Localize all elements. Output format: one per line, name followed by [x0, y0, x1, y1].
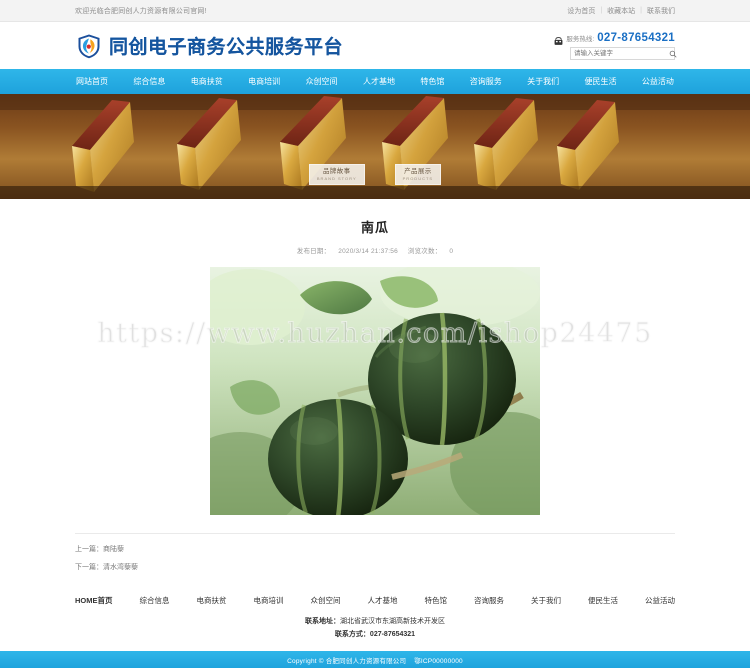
nav-item-talent-base[interactable]: 人才基地 — [362, 69, 396, 94]
footer-contact-block: 联系地址：湖北省武汉市东湖高新技术开发区 联系方式：027-87654321 — [0, 615, 750, 651]
utility-links: 设为首页 | 收藏本站 | 联系我们 — [567, 6, 675, 16]
nav-item-consulting-service[interactable]: 咨询服务 — [469, 69, 503, 94]
footer-nav-item-ecommerce-training[interactable]: 电商培训 — [254, 595, 284, 606]
search-icon — [669, 46, 677, 61]
footer-nav-item-talent-base[interactable]: 人才基地 — [368, 595, 398, 606]
next-article-label: 下一篇： — [75, 564, 103, 571]
footer-address-line: 联系地址：湖北省武汉市东湖高新技术开发区 — [0, 615, 750, 628]
icp-license-number[interactable]: 鄂ICP00000000 — [414, 655, 463, 665]
banner-button-sublabel: BRAND STORY — [316, 175, 357, 181]
banner-button-group: 品牌故事 BRAND STORY 产品展示 PRODUCTS — [0, 164, 750, 185]
banner-button-brand-story[interactable]: 品牌故事 BRAND STORY — [308, 164, 365, 185]
nav-item-ecommerce-poverty-alleviation[interactable]: 电商扶贫 — [190, 69, 224, 94]
next-article-link[interactable]: 清水湾藜藜 — [103, 564, 138, 571]
footer-nav-item-about-us[interactable]: 关于我们 — [531, 595, 561, 606]
footer-nav-item-home[interactable]: HOME首页 — [75, 595, 113, 606]
nav-item-home[interactable]: 网站首页 — [75, 69, 109, 94]
search-input[interactable] — [571, 47, 665, 59]
publish-date-label: 发布日期： — [296, 248, 331, 255]
brand-block[interactable]: 同创电子商务公共服务平台 — [75, 32, 343, 60]
site-header: 同创电子商务公共服务平台 服务热线: 027-87654321 — [0, 22, 750, 69]
main-navigation: 网站首页 综合信息 电商扶贫 电商培训 众创空间 人才基地 特色馆 咨询服务 关… — [0, 69, 750, 94]
prev-article-link[interactable]: 商陆藜 — [103, 546, 124, 553]
footer-navigation: HOME首页 综合信息 电商扶贫 电商培训 众创空间 人才基地 特色馆 咨询服务… — [75, 589, 675, 615]
search-button[interactable] — [665, 48, 681, 59]
article-meta: 发布日期： 2020/3/14 21:37:56 浏览次数： 0 — [75, 245, 675, 255]
set-homepage-link[interactable]: 设为首页 — [567, 6, 595, 16]
footer-nav-item-ecommerce-poverty-alleviation[interactable]: 电商扶贫 — [197, 595, 227, 606]
banner-button-sublabel: PRODUCTS — [402, 175, 434, 181]
article-figure — [210, 267, 540, 515]
footer-nav-item-convenient-life[interactable]: 便民生活 — [588, 595, 618, 606]
site-footer: HOME首页 综合信息 电商扶贫 电商培训 众创空间 人才基地 特色馆 咨询服务… — [0, 589, 750, 668]
nav-item-about-us[interactable]: 关于我们 — [526, 69, 560, 94]
nav-item-ecommerce-training[interactable]: 电商培训 — [247, 69, 281, 94]
nav-item-maker-space[interactable]: 众创空间 — [305, 69, 339, 94]
footer-nav-item-consulting-service[interactable]: 咨询服务 — [474, 595, 504, 606]
top-utility-bar: 欢迎光临合肥同创人力资源有限公司官网! 设为首页 | 收藏本站 | 联系我们 — [0, 0, 750, 22]
nav-item-comprehensive-info[interactable]: 综合信息 — [132, 69, 166, 94]
site-title: 同创电子商务公共服务平台 — [109, 32, 343, 59]
footer-address-value: 湖北省武汉市东湖高新技术开发区 — [340, 618, 445, 625]
bookmark-site-link[interactable]: 收藏本站 — [607, 6, 635, 16]
copyright-text: Copyright © 合肥同创人力资源有限公司 — [287, 658, 407, 665]
footer-nav-item-specialty-hall[interactable]: 特色馆 — [425, 595, 448, 606]
nav-item-convenient-life[interactable]: 便民生活 — [584, 69, 618, 94]
copyright-bar: Copyright © 合肥同创人力资源有限公司 鄂ICP00000000 — [0, 651, 750, 668]
page-root: 欢迎光临合肥同创人力资源有限公司官网! 设为首页 | 收藏本站 | 联系我们 同… — [0, 0, 750, 668]
banner-button-products[interactable]: 产品展示 PRODUCTS — [394, 164, 442, 185]
contact-us-link[interactable]: 联系我们 — [647, 6, 675, 16]
footer-phone-value: 027-87654321 — [369, 631, 416, 638]
views-value: 0 — [449, 248, 454, 255]
prev-article-line: 上一篇：商陆藜 — [75, 544, 675, 554]
nav-item-specialty-hall[interactable]: 特色馆 — [419, 69, 445, 94]
footer-nav-item-comprehensive-info[interactable]: 综合信息 — [140, 595, 170, 606]
footer-address-label: 联系地址： — [305, 618, 340, 625]
banner-button-label: 品牌故事 — [322, 168, 351, 176]
prev-article-label: 上一篇： — [75, 546, 103, 553]
banner-button-label: 产品展示 — [404, 168, 432, 176]
shield-flame-logo-icon — [75, 32, 103, 60]
publish-date-value: 2020/3/14 21:37:56 — [338, 248, 398, 255]
search-box[interactable] — [570, 46, 677, 60]
nav-item-public-welfare[interactable]: 公益活动 — [641, 69, 675, 94]
telephone-icon — [554, 33, 563, 45]
hotline-number: 027-87654321 — [597, 31, 675, 44]
footer-nav-item-public-welfare[interactable]: 公益活动 — [645, 595, 675, 606]
next-article-line: 下一篇：清水湾藜藜 — [75, 562, 675, 572]
views-label: 浏览次数： — [407, 248, 442, 255]
page-title: 南瓜 — [360, 220, 389, 235]
welcome-text: 欢迎光临合肥同创人力资源有限公司官网! — [75, 7, 207, 15]
footer-phone-label: 联系方式： — [334, 631, 370, 638]
article-section: 南瓜 发布日期： 2020/3/14 21:37:56 浏览次数： 0 上一篇：… — [75, 199, 675, 572]
service-hotline: 服务热线: 027-87654321 — [554, 31, 675, 45]
footer-phone-line: 联系方式：027-87654321 — [0, 628, 750, 641]
article-prev-next: 上一篇：商陆藜 下一篇：清水湾藜藜 — [75, 533, 675, 572]
link-separator: | — [600, 7, 603, 14]
hotline-label: 服务热线: — [566, 35, 595, 43]
header-right-block: 服务热线: 027-87654321 — [554, 31, 677, 60]
banner-image: 品牌故事 BRAND STORY 产品展示 PRODUCTS — [0, 94, 750, 199]
footer-nav-item-maker-space[interactable]: 众创空间 — [311, 595, 341, 606]
pumpkin-photo — [210, 267, 540, 515]
link-separator: | — [640, 7, 642, 14]
